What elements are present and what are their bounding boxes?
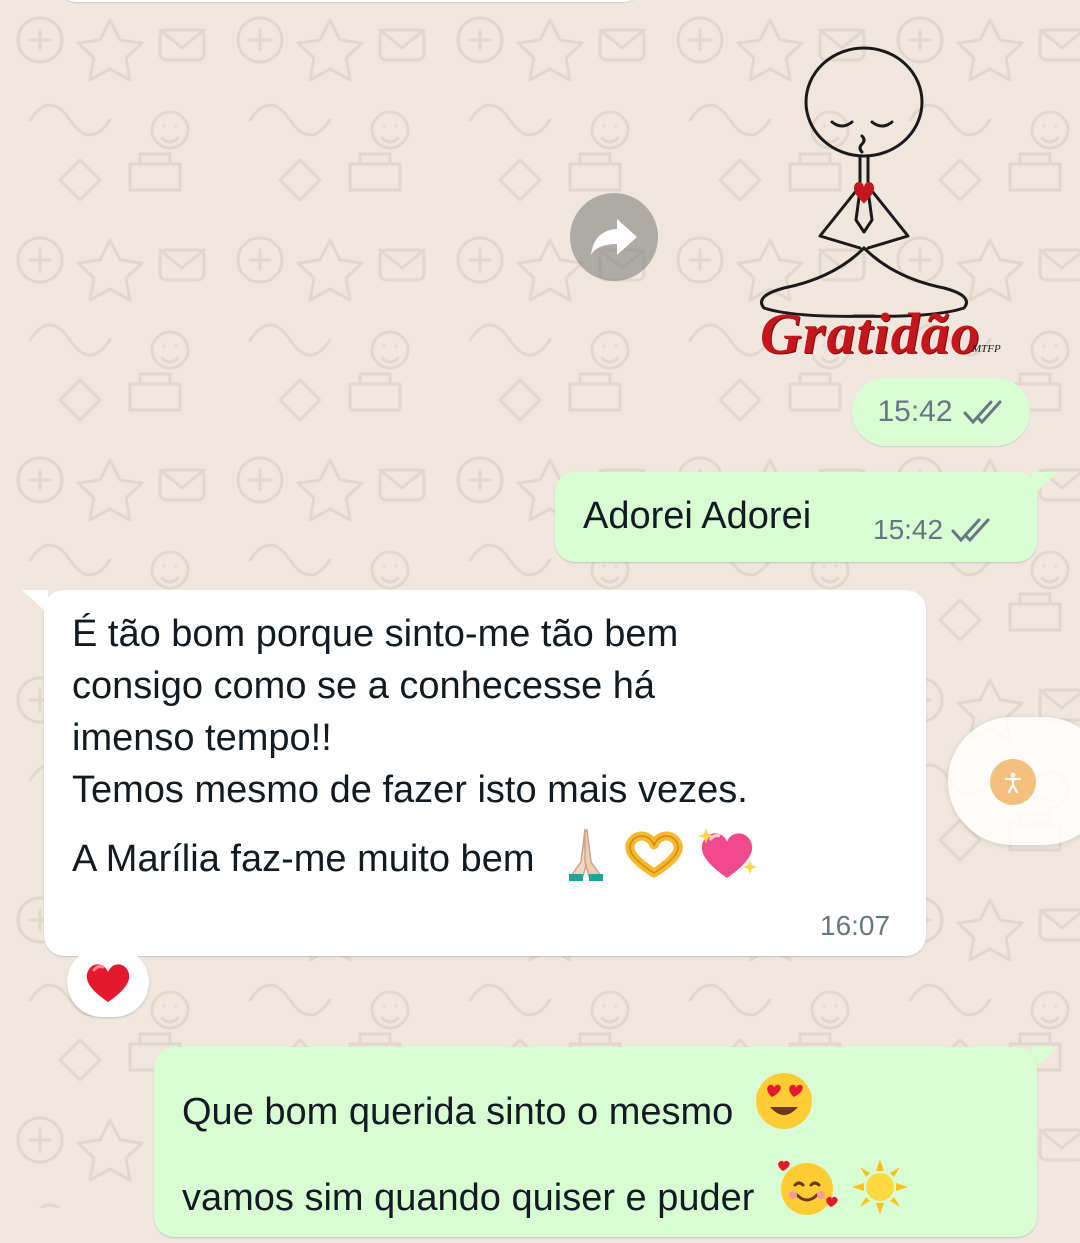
message-line: A Marília faz-me muito bem: [72, 838, 535, 881]
sticker-timestamp: 15:42: [852, 378, 1030, 446]
message-line-with-emoji: Que bom querida sinto o mesmo: [182, 1071, 910, 1157]
emoji: [696, 826, 758, 896]
emoji: [775, 1157, 839, 1243]
folded-hands-emoji-icon: [569, 828, 604, 881]
message-time: 16:07: [820, 910, 891, 941]
sticker-caption: Gratidão: [760, 301, 981, 366]
outgoing-message-bubble[interactable]: Adorei Adorei 15:42: [555, 472, 1037, 562]
message-time: 15:42: [873, 514, 944, 545]
accessibility-button[interactable]: [990, 759, 1036, 805]
accessibility-icon: [1004, 772, 1022, 794]
message-line: vamos sim quando quiser e puder: [182, 1177, 755, 1220]
message-text: Que bom querida sinto o mesmo vamos sim …: [182, 1071, 910, 1243]
double-check-icon: [951, 518, 990, 543]
message-line: Temos mesmo de fazer isto mais vezes.: [72, 769, 748, 811]
message-meta: 15:42: [873, 514, 993, 546]
emoji: [561, 826, 611, 896]
sun-emoji-icon: [851, 1159, 908, 1215]
emoji: [754, 1071, 814, 1157]
message-line: consigo como se a conhecesse há: [72, 665, 656, 707]
smiling-face-heart-eyes-emoji-icon: [755, 1073, 812, 1129]
previous-message-bubble-edge: [60, 0, 640, 2]
message-line-with-emoji: A Marília faz-me muito bem: [72, 826, 758, 896]
forward-button[interactable]: [570, 193, 658, 281]
sticker-signature: MTFP: [972, 343, 1001, 355]
double-check-icon: [963, 400, 1002, 425]
forward-arrow-icon: [591, 219, 637, 255]
message-line: Que bom querida sinto o mesmo: [182, 1091, 734, 1134]
message-text: Adorei Adorei: [583, 495, 812, 537]
outgoing-message-bubble[interactable]: Que bom querida sinto o mesmo vamos sim …: [154, 1047, 1037, 1237]
message-line: É tão bom porque sinto-me tão bem: [72, 613, 679, 655]
message-text: É tão bom porque sinto-me tão bem consig…: [72, 608, 758, 896]
heart-hands-emoji-icon: [624, 831, 683, 878]
emoji: [622, 829, 686, 893]
message-line-with-emoji: vamos sim quando quiser e puder: [182, 1157, 910, 1243]
message-time: 15:42: [877, 395, 953, 428]
message-line: imenso tempo!!: [72, 717, 332, 759]
emoji: [850, 1157, 910, 1243]
message-reaction[interactable]: [67, 947, 149, 1017]
smiling-face-with-hearts-emoji-icon: [778, 1160, 838, 1215]
red-heart-emoji-icon: [86, 964, 130, 1002]
sparkling-heart-emoji-icon: [698, 828, 758, 878]
incoming-message-bubble[interactable]: É tão bom porque sinto-me tão bem consig…: [44, 590, 926, 956]
